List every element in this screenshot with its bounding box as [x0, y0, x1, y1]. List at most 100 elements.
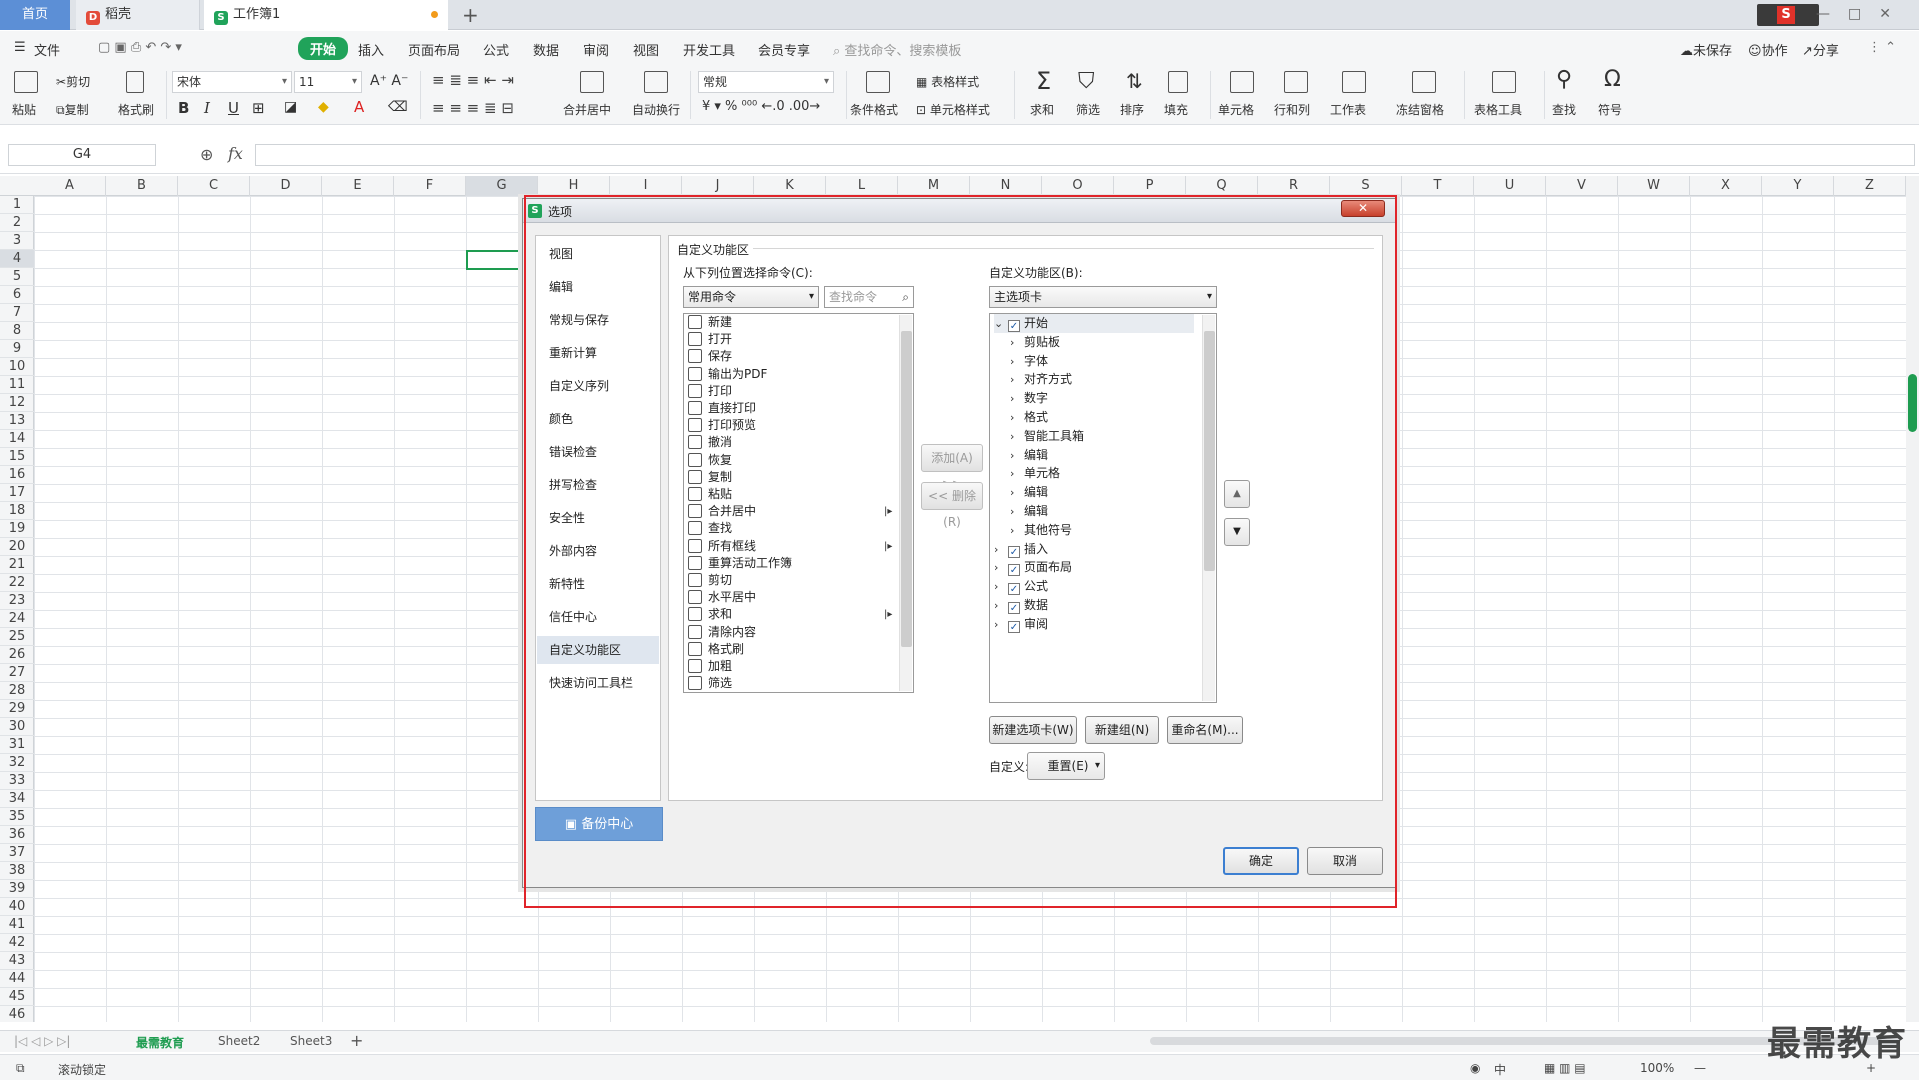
row-header[interactable]: 14 — [0, 430, 34, 448]
find-icon[interactable]: ⚲ — [1556, 67, 1572, 92]
more-icon[interactable]: ⋮ ⌃ — [1868, 40, 1896, 55]
omega-icon[interactable]: Ω — [1604, 67, 1621, 92]
column-header[interactable]: Q — [1186, 176, 1258, 196]
row-header[interactable]: 27 — [0, 664, 34, 682]
fx-icon[interactable]: fx — [228, 144, 243, 163]
row-header[interactable]: 10 — [0, 358, 34, 376]
row-header[interactable]: 26 — [0, 646, 34, 664]
eraser-icon[interactable]: ⌫ — [388, 99, 408, 115]
new-tab-button[interactable]: + — [462, 3, 479, 27]
row-header[interactable]: 1 — [0, 196, 34, 214]
row-header[interactable]: 37 — [0, 844, 34, 862]
symbol-button[interactable]: 符号 — [1598, 101, 1622, 118]
paste-icon[interactable] — [14, 71, 38, 93]
cond-format-button[interactable]: 条件格式 — [850, 101, 898, 118]
column-header[interactable]: L — [826, 176, 898, 196]
column-header[interactable]: S — [1330, 176, 1402, 196]
row-header[interactable]: 35 — [0, 808, 34, 826]
row-header[interactable]: 32 — [0, 754, 34, 772]
number-format-icons[interactable]: ¥ ▾ % ⁰⁰⁰ ←.0 .00→ — [702, 99, 820, 114]
sort-button[interactable]: 排序 — [1120, 101, 1144, 118]
copy-button[interactable]: ⧉复制 — [56, 101, 89, 118]
zoom-icon[interactable]: ⊕ — [200, 145, 213, 164]
scrollbar-thumb[interactable] — [1908, 374, 1917, 432]
zoom-out-icon[interactable]: — — [1694, 1061, 1706, 1075]
add-sheet-button[interactable]: + — [350, 1031, 363, 1050]
hamburger-icon[interactable]: ☰ — [14, 40, 26, 55]
align-left-icons[interactable]: ≡ ≡ ≡ ≣ ⊟ — [432, 99, 514, 117]
column-header[interactable]: T — [1402, 176, 1474, 196]
input-mode[interactable]: 中 — [1494, 1061, 1506, 1078]
row-header[interactable]: 4 — [0, 250, 34, 268]
cond-format-icon[interactable] — [866, 71, 890, 93]
menu-view[interactable]: 视图 — [633, 40, 659, 59]
column-header[interactable]: C — [178, 176, 250, 196]
row-header[interactable]: 43 — [0, 952, 34, 970]
row-header[interactable]: 28 — [0, 682, 34, 700]
fill-icon[interactable] — [1168, 71, 1188, 93]
row-header[interactable]: 11 — [0, 376, 34, 394]
name-box[interactable]: G4 — [8, 144, 156, 166]
row-header[interactable]: 38 — [0, 862, 34, 880]
column-header[interactable]: U — [1474, 176, 1546, 196]
fill-button[interactable]: 填充 — [1164, 101, 1188, 118]
row-header[interactable]: 25 — [0, 628, 34, 646]
underline-icon[interactable]: U — [228, 99, 239, 117]
worksheet-icon[interactable] — [1342, 71, 1366, 93]
border-icon[interactable]: ⊞ — [252, 99, 265, 117]
bold-icon[interactable]: B — [178, 99, 189, 117]
row-header[interactable]: 7 — [0, 304, 34, 322]
unsaved-button[interactable]: ☁未保存 — [1680, 40, 1732, 59]
row-header[interactable]: 8 — [0, 322, 34, 340]
row-header[interactable]: 39 — [0, 880, 34, 898]
rowcol-button[interactable]: 行和列 — [1274, 101, 1310, 118]
font-color-icon[interactable]: A — [354, 98, 364, 116]
quick-access-icons[interactable]: ▢ ▣ ⎙ ↶ ↷ ▾ — [98, 40, 182, 55]
auto-wrap-button[interactable]: 自动换行 — [632, 101, 680, 118]
column-header[interactable]: D — [250, 176, 322, 196]
menu-data[interactable]: 数据 — [533, 40, 559, 59]
cell-icon[interactable] — [1230, 71, 1254, 93]
row-header[interactable]: 44 — [0, 970, 34, 988]
row-header[interactable]: 20 — [0, 538, 34, 556]
column-header[interactable]: Z — [1834, 176, 1906, 196]
freeze-icon[interactable] — [1412, 71, 1436, 93]
cell-fill-icon[interactable]: ◪ — [284, 99, 297, 115]
column-header[interactable]: R — [1258, 176, 1330, 196]
row-header[interactable]: 30 — [0, 718, 34, 736]
menu-insert[interactable]: 插入 — [358, 40, 384, 59]
menu-review[interactable]: 审阅 — [583, 40, 609, 59]
column-header[interactable]: X — [1690, 176, 1762, 196]
row-header[interactable]: 34 — [0, 790, 34, 808]
row-header[interactable]: 36 — [0, 826, 34, 844]
row-header[interactable]: 3 — [0, 232, 34, 250]
row-header[interactable]: 13 — [0, 412, 34, 430]
sum-button[interactable]: 求和 — [1030, 101, 1054, 118]
cut-button[interactable]: ✂剪切 — [56, 73, 90, 90]
paste-button[interactable]: 粘贴 — [12, 101, 36, 118]
column-header[interactable]: K — [754, 176, 826, 196]
row-header[interactable]: 15 — [0, 448, 34, 466]
table-tools-button[interactable]: 表格工具 — [1474, 101, 1522, 118]
fill-color-icon[interactable]: ◆ — [318, 99, 329, 115]
row-header[interactable]: 21 — [0, 556, 34, 574]
tab-workbook[interactable]: S 工作簿1 — [204, 0, 448, 30]
row-header[interactable]: 12 — [0, 394, 34, 412]
row-header[interactable]: 16 — [0, 466, 34, 484]
freeze-button[interactable]: 冻结窗格 — [1396, 101, 1444, 118]
column-header[interactable]: O — [1042, 176, 1114, 196]
row-header[interactable]: 29 — [0, 700, 34, 718]
row-header[interactable]: 42 — [0, 934, 34, 952]
menu-page-layout[interactable]: 页面布局 — [408, 40, 460, 59]
column-header[interactable]: F — [394, 176, 466, 196]
row-header[interactable]: 46 — [0, 1006, 34, 1022]
share-button[interactable]: ↗分享 — [1802, 40, 1839, 59]
column-header[interactable]: H — [538, 176, 610, 196]
rowcol-icon[interactable] — [1284, 71, 1308, 93]
column-header[interactable]: G — [466, 176, 538, 196]
filter-button[interactable]: 筛选 — [1076, 101, 1100, 118]
table-style-button[interactable]: ▦ 表格样式 — [916, 73, 979, 90]
column-header[interactable]: N — [970, 176, 1042, 196]
command-search[interactable]: ⌕ 查找命令、搜索模板 — [833, 40, 961, 59]
wrap-text-icon[interactable] — [644, 71, 668, 93]
